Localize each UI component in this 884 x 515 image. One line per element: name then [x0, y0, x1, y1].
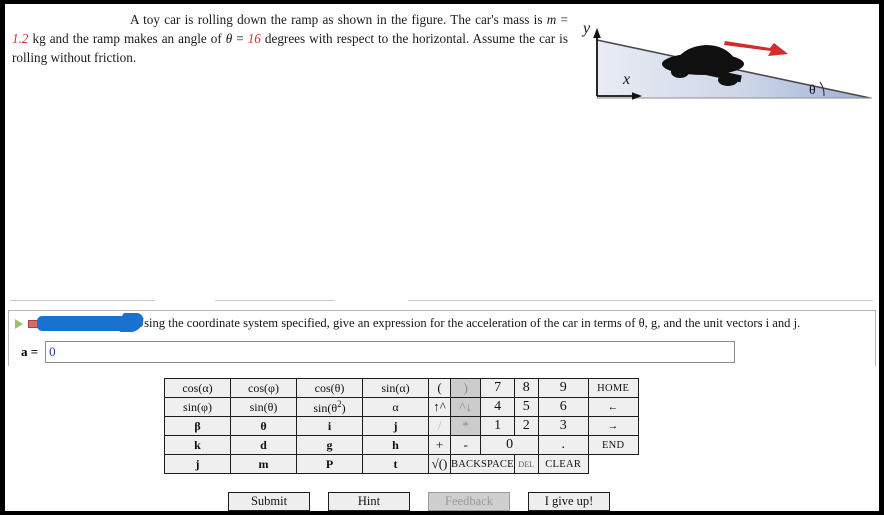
- keypad-function-key[interactable]: sin(φ): [164, 397, 231, 417]
- mass-symbol: m: [546, 12, 557, 27]
- play-triangle-icon[interactable]: [15, 319, 23, 329]
- keypad-row: cos(α) cos(φ) cos(θ) sin(α)() 7 8 9 HOME: [164, 378, 639, 398]
- submit-button[interactable]: Submit: [228, 492, 310, 511]
- keypad-operator-key-disabled: /: [428, 416, 451, 436]
- action-buttons: Submit Hint Feedback I give up!: [228, 492, 610, 511]
- keypad-action-key[interactable]: →: [587, 416, 639, 436]
- keypad-backspace-key[interactable]: BACKSPACE: [450, 454, 515, 474]
- keypad-symbol-key[interactable]: m: [230, 454, 297, 474]
- keypad-operator-key-disabled: *: [449, 416, 482, 436]
- keypad-function-key[interactable]: sin(θ2): [296, 397, 363, 417]
- keypad-function-key[interactable]: α: [362, 397, 429, 417]
- math-keypad: cos(α) cos(φ) cos(θ) sin(α)() 7 8 9 HOME sin(φ) s…: [164, 378, 639, 474]
- keypad-operator-key[interactable]: √(): [428, 454, 451, 474]
- page-edge-right: [879, 0, 884, 515]
- equals-1: =: [556, 12, 568, 27]
- keypad-symbol-key[interactable]: i: [296, 416, 363, 436]
- keypad-symbol-key[interactable]: P: [296, 454, 363, 474]
- keypad-number-key[interactable]: 1: [480, 416, 515, 436]
- angle-value: 16: [247, 31, 261, 47]
- x-axis-label: x: [622, 71, 630, 88]
- divider-rule-1: [10, 300, 155, 301]
- statement-intro: A toy car is rolling down the ramp as sh…: [130, 12, 547, 27]
- keypad-function-key[interactable]: sin(θ): [230, 397, 297, 417]
- question-panel: Using the coordinate system specified, g…: [8, 310, 876, 366]
- problem-page: A toy car is rolling down the ramp as sh…: [0, 0, 884, 515]
- answer-row: a =: [9, 339, 875, 365]
- keypad-row: β θ i j / * 1 2 3 →: [164, 416, 639, 436]
- keypad-symbol-key[interactable]: θ: [230, 416, 297, 436]
- answer-label: a =: [21, 344, 39, 359]
- keypad-action-key[interactable]: HOME: [587, 378, 639, 398]
- keypad-operator-key-disabled: ^↓: [449, 397, 482, 417]
- keypad-number-key[interactable]: 6: [537, 397, 589, 417]
- keypad-number-key[interactable]: 9: [537, 378, 589, 398]
- keypad-row: j m Pt √() BACKSPACE DEL CLEAR: [164, 454, 639, 474]
- keypad-number-key[interactable]: 2: [513, 416, 539, 436]
- keypad-function-key[interactable]: cos(φ): [230, 378, 297, 398]
- feedback-button: Feedback: [428, 492, 510, 511]
- keypad-operator-key[interactable]: (: [428, 378, 451, 398]
- ramp-figure: y x θ: [570, 12, 876, 112]
- keypad-row: k d g h + -0. END: [164, 435, 639, 455]
- keypad-symbol-key[interactable]: h: [362, 435, 429, 455]
- keypad-number-key[interactable]: 0: [480, 435, 539, 455]
- question-header-row: Using the coordinate system specified, g…: [9, 314, 875, 334]
- keypad-symbol-key[interactable]: β: [164, 416, 231, 436]
- keypad-operator-key[interactable]: -: [449, 435, 482, 455]
- keypad-number-key[interactable]: 7: [480, 378, 515, 398]
- keypad-function-key[interactable]: sin(α): [362, 378, 429, 398]
- page-edge-left: [0, 0, 5, 515]
- motion-arrow-icon: [724, 41, 788, 56]
- mass-value: 1.2: [12, 31, 29, 47]
- keypad-symbol-key[interactable]: j: [362, 416, 429, 436]
- divider-rule-3: [408, 300, 873, 301]
- keypad-operator-key[interactable]: +: [428, 435, 451, 455]
- keypad-delete-key[interactable]: DEL: [513, 454, 539, 474]
- hint-button[interactable]: Hint: [328, 492, 410, 511]
- keypad-number-key[interactable]: 4: [480, 397, 515, 417]
- keypad-action-key[interactable]: CLEAR: [537, 454, 589, 474]
- y-axis-label: y: [581, 20, 591, 37]
- give-up-button[interactable]: I give up!: [528, 492, 610, 511]
- blue-redaction-mark: [37, 316, 133, 331]
- keypad-symbol-key[interactable]: g: [296, 435, 363, 455]
- keypad-symbol-key[interactable]: t: [362, 454, 429, 474]
- mass-unit-text: kg and the ramp makes an angle of: [28, 31, 226, 47]
- keypad-operator-key[interactable]: ↑^: [428, 397, 451, 417]
- answer-input[interactable]: [45, 341, 736, 363]
- keypad-function-key[interactable]: cos(α): [164, 378, 231, 398]
- divider-rule-2: [215, 300, 335, 301]
- keypad-number-key[interactable]: 3: [537, 416, 589, 436]
- keypad-symbol-key[interactable]: d: [230, 435, 297, 455]
- keypad-row: sin(φ) sin(θ) sin(θ2) α ↑^ ^↓ 4 5 6 ←: [164, 397, 639, 417]
- question-text: Using the coordinate system specified, g…: [135, 316, 801, 330]
- keypad-operator-key-disabled: ): [449, 378, 482, 398]
- page-edge-top: [0, 0, 884, 4]
- keypad-number-key[interactable]: 8: [513, 378, 539, 398]
- keypad-symbol-key[interactable]: k: [164, 435, 231, 455]
- page-edge-bottom: [0, 511, 884, 515]
- keypad-number-key[interactable]: 5: [513, 397, 539, 417]
- keypad-function-key[interactable]: cos(θ): [296, 378, 363, 398]
- equals-2: =: [232, 31, 248, 47]
- keypad-body: cos(α) cos(φ) cos(θ) sin(α)() 7 8 9 HOME sin(φ) s…: [164, 378, 639, 474]
- theta-angle-label: θ: [809, 83, 816, 98]
- keypad-action-key[interactable]: ←: [587, 397, 639, 417]
- keypad-number-key[interactable]: .: [537, 435, 589, 455]
- keypad-action-key[interactable]: END: [587, 435, 639, 455]
- keypad-symbol-key[interactable]: j: [164, 454, 231, 474]
